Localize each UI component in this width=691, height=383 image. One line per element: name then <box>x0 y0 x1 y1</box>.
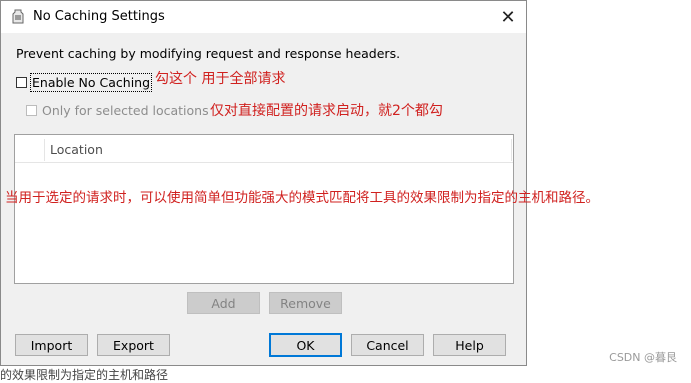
enable-no-caching-label[interactable]: Enable No Caching <box>29 73 153 92</box>
app-icon <box>12 9 24 24</box>
annotation-enable-all: 勾这个 用于全部请求 <box>155 71 286 87</box>
help-button[interactable]: Help <box>433 334 506 356</box>
annotation-pattern-matching: 当用于选定的请求时，可以使用简单但功能强大的模式匹配将工具的效果限制为指定的主机… <box>5 190 599 206</box>
enable-no-caching-row[interactable]: Enable No Caching <box>16 73 153 92</box>
description-text: Prevent caching by modifying request and… <box>16 46 401 61</box>
location-column-header[interactable]: Location <box>50 142 103 157</box>
watermark: CSDN @暮艮 <box>609 351 677 364</box>
export-button[interactable]: Export <box>97 334 170 356</box>
title-bar[interactable]: No Caching Settings ✕ <box>1 1 526 33</box>
import-button[interactable]: Import <box>15 334 88 356</box>
close-icon[interactable]: ✕ <box>496 5 520 29</box>
list-header: Location <box>15 135 513 163</box>
no-caching-dialog: No Caching Settings ✕ Prevent caching by… <box>0 0 527 366</box>
add-button: Add <box>187 292 260 314</box>
selected-locations-row: Only for selected locations <box>26 103 209 118</box>
ok-button[interactable]: OK <box>269 333 342 357</box>
annotation-selected-locations: 仅对直接配置的请求启动，就2个都勾 <box>210 103 443 119</box>
remove-button: Remove <box>269 292 342 314</box>
window-title: No Caching Settings <box>33 9 165 24</box>
selected-locations-label: Only for selected locations <box>42 103 209 118</box>
enable-no-caching-checkbox[interactable] <box>16 77 27 88</box>
bottom-clipped-text: 的效果限制为指定的主机和路径 <box>0 368 169 382</box>
column-separator-end <box>511 139 512 161</box>
selected-locations-checkbox <box>26 105 37 116</box>
locations-list[interactable]: Location <box>14 134 514 284</box>
cancel-button[interactable]: Cancel <box>351 334 424 356</box>
column-separator <box>44 139 45 161</box>
